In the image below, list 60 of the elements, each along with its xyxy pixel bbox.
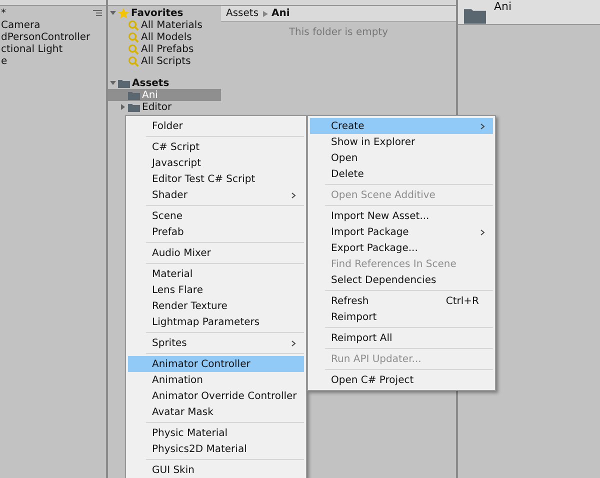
tree-label[interactable]: Assets xyxy=(132,78,170,88)
menu-item[interactable]: Lens Flare xyxy=(128,282,304,298)
menu-item[interactable]: Import New Asset... xyxy=(310,208,493,224)
chevron-right-icon xyxy=(262,10,268,16)
hierarchy-item[interactable]: Camera xyxy=(0,20,106,32)
menu-item[interactable]: Open xyxy=(310,150,493,166)
tree-label[interactable]: Favorites xyxy=(131,8,184,18)
tree-item[interactable]: All Prefabs xyxy=(141,44,194,54)
breadcrumb-item[interactable]: Assets xyxy=(226,8,259,19)
breadcrumb-item[interactable]: Ani xyxy=(272,8,290,19)
expand-arrow-icon[interactable] xyxy=(110,80,116,86)
menu-item[interactable]: Render Texture xyxy=(128,298,304,314)
menu-item[interactable]: Audio Mixer xyxy=(128,245,304,261)
menu-item[interactable]: Show in Explorer xyxy=(310,134,493,150)
menu-item[interactable]: Material xyxy=(128,266,304,282)
menu-item[interactable]: Scene xyxy=(128,208,304,224)
menu-icon[interactable] xyxy=(93,10,102,16)
menu-item[interactable]: Animator Override Controller xyxy=(128,388,304,404)
scene-name: * xyxy=(1,8,6,18)
expand-arrow-icon[interactable] xyxy=(110,10,116,16)
asset-name: Ani xyxy=(494,0,512,13)
menu-item[interactable]: Shader xyxy=(128,187,304,203)
star-icon xyxy=(118,8,129,18)
menu-item[interactable]: Editor Test C# Script xyxy=(128,171,304,187)
search-icon xyxy=(128,44,139,54)
search-icon xyxy=(128,56,139,66)
menu-item[interactable]: Delete xyxy=(310,166,493,182)
menu-item[interactable]: Reimport xyxy=(310,309,493,325)
menu-item[interactable]: Refresh Ctrl+R xyxy=(310,293,493,309)
folder-icon xyxy=(464,7,486,24)
menu-item[interactable]: Avatar Mask xyxy=(128,404,304,420)
menu-item[interactable]: Create xyxy=(310,118,493,134)
tree-row[interactable]: Editor xyxy=(108,101,221,113)
search-icon xyxy=(128,20,139,30)
hierarchy-item[interactable]: dPersonController xyxy=(0,32,106,44)
menu-item[interactable]: Select Dependencies xyxy=(310,272,493,288)
menu-item[interactable]: GUI Skin xyxy=(128,462,304,478)
search-icon xyxy=(128,32,139,42)
menu-item[interactable]: Javascript xyxy=(128,155,304,171)
expand-arrow-icon[interactable] xyxy=(120,104,126,110)
menu-item[interactable]: Animation xyxy=(128,372,304,388)
tree-item[interactable]: All Scripts xyxy=(141,56,191,66)
menu-item[interactable]: Export Package... xyxy=(310,240,493,256)
tree-item[interactable]: All Models xyxy=(141,32,192,42)
hierarchy-item[interactable]: e xyxy=(0,56,106,68)
menu-item[interactable]: Reimport All xyxy=(310,330,493,346)
menu-item[interactable]: Physic Material xyxy=(128,425,304,441)
menu-item[interactable]: C# Script xyxy=(128,139,304,155)
tree-item[interactable]: All Materials xyxy=(141,20,202,30)
empty-folder-message: This folder is empty xyxy=(288,27,390,38)
menu-item[interactable]: Folder xyxy=(128,118,304,134)
menu-item[interactable]: Sprites xyxy=(128,335,304,351)
menu-item[interactable]: Lightmap Parameters xyxy=(128,314,304,330)
menu-item[interactable]: Physics2D Material xyxy=(128,441,304,457)
menu-item[interactable]: Animator Controller xyxy=(128,356,304,372)
hierarchy-item[interactable]: ctional Light xyxy=(0,44,106,56)
menu-item[interactable]: Open C# Project xyxy=(310,372,493,388)
menu-item[interactable]: Prefab xyxy=(128,224,304,240)
menu-item[interactable]: Import Package xyxy=(310,224,493,240)
folder-icon xyxy=(128,90,140,100)
